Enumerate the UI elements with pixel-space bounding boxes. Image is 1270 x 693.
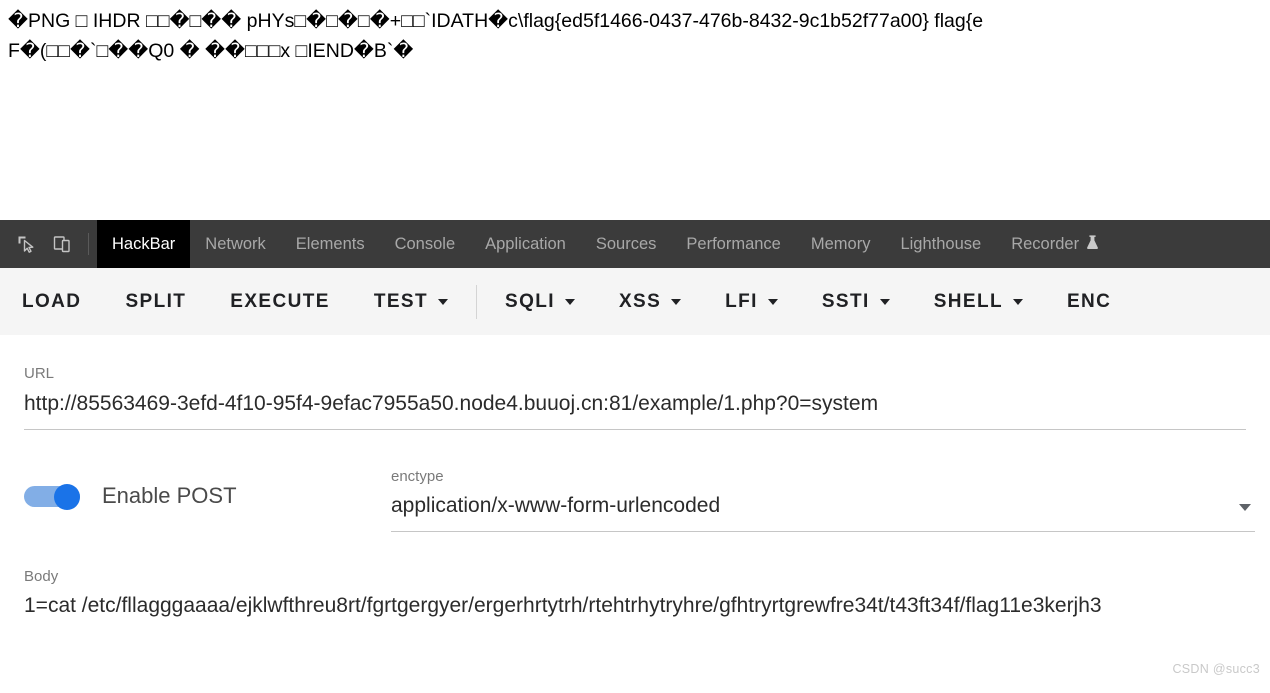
tab-label: Recorder [1011,234,1080,253]
tab-label: Application [485,234,566,253]
sqli-menu-button[interactable]: SQLI [483,268,597,335]
tab-label: Lighthouse [900,234,982,253]
tab-label: Console [394,234,456,253]
chevron-down-icon [564,298,575,305]
enable-post-toggle[interactable] [24,484,84,510]
split-button[interactable]: SPLIT [103,268,208,335]
hackbar-form: URL http://85563469-3efd-4f10-95f4-9efac… [0,335,1270,693]
tab-sources[interactable]: Sources [581,220,672,268]
tab-label: Sources [595,234,657,253]
load-button[interactable]: LOAD [0,268,103,335]
button-label: SPLIT [125,290,187,312]
button-label: LFI [725,290,758,312]
tab-label: Memory [810,234,871,253]
toolbar-divider [88,233,89,255]
url-input[interactable]: http://85563469-3efd-4f10-95f4-9efac7955… [24,389,1246,419]
tab-label: Elements [295,234,365,253]
tab-label: HackBar [112,234,176,253]
tab-performance[interactable]: Performance [671,220,795,268]
tab-console[interactable]: Console [380,220,471,268]
ssti-menu-button[interactable]: SSTI [800,268,912,335]
toggle-thumb [54,484,80,510]
watermark: CSDN @succ3 [1172,662,1260,676]
chevron-down-icon [438,298,448,305]
chevron-down-icon [671,298,682,305]
chevron-down-icon [767,298,778,305]
button-label: LOAD [22,290,82,312]
button-label: EXECUTE [230,290,330,312]
device-toolbar-icon[interactable] [44,220,80,268]
page-output-area: �PNG □ IHDR □□�□�� pHYs□�□�□�+□□`IDATH�c… [0,0,1270,220]
button-label: SQLI [505,290,555,312]
tab-memory[interactable]: Memory [796,220,886,268]
tab-application[interactable]: Application [470,220,581,268]
enable-post-row: Enable POST [24,483,237,510]
button-label: ENC [1066,290,1112,312]
url-underline [24,429,1246,430]
tab-network[interactable]: Network [190,220,281,268]
button-label: SSTI [821,290,870,312]
enctype-underline [391,531,1255,532]
devtools-tab-bar: HackBar Network Elements Console Applica… [0,220,1270,269]
execute-button[interactable]: EXECUTE [208,268,352,335]
chevron-down-icon[interactable] [1239,504,1251,511]
button-label: XSS [618,290,662,312]
url-label: URL [24,365,55,382]
hackbar-toolbar: LOAD SPLIT EXECUTE TEST SQLI XSS LFI SST… [0,268,1270,336]
url-field-group: URL http://85563469-3efd-4f10-95f4-9efac… [24,365,1246,430]
enctype-field-group: enctype application/x-www-form-urlencode… [391,468,1255,532]
tab-recorder[interactable]: Recorder [996,220,1114,268]
flask-icon [1086,234,1099,256]
encoding-menu-button[interactable]: ENC [1045,268,1133,335]
tab-hackbar[interactable]: HackBar [97,220,191,268]
png-binary-dump-text: �PNG □ IHDR □□�□�� pHYs□�□�□�+□□`IDATH�c… [8,10,984,62]
body-label: Body [24,568,59,585]
chevron-down-icon [879,298,890,305]
test-menu-button[interactable]: TEST [352,268,470,335]
inspect-element-icon[interactable] [8,220,44,268]
tab-lighthouse[interactable]: Lighthouse [885,220,996,268]
button-label: SHELL [933,290,1003,312]
tab-elements[interactable]: Elements [281,220,380,268]
body-field-group: Body 1=cat /etc/fllagggaaaa/ejklwfthreu8… [24,568,1246,622]
body-input[interactable]: 1=cat /etc/fllagggaaaa/ejklwfthreu8rt/fg… [24,590,1246,622]
toolbar-divider [476,284,477,319]
enctype-label: enctype [391,468,444,485]
shell-menu-button[interactable]: SHELL [912,268,1045,335]
xss-menu-button[interactable]: XSS [597,268,703,335]
lfi-menu-button[interactable]: LFI [703,268,800,335]
button-label: TEST [373,290,428,312]
tab-label: Performance [686,234,781,253]
tab-label: Network [205,234,266,253]
enctype-select[interactable]: application/x-www-form-urlencoded [391,491,720,521]
enable-post-label: Enable POST [102,483,237,508]
chevron-down-icon [1012,298,1023,305]
